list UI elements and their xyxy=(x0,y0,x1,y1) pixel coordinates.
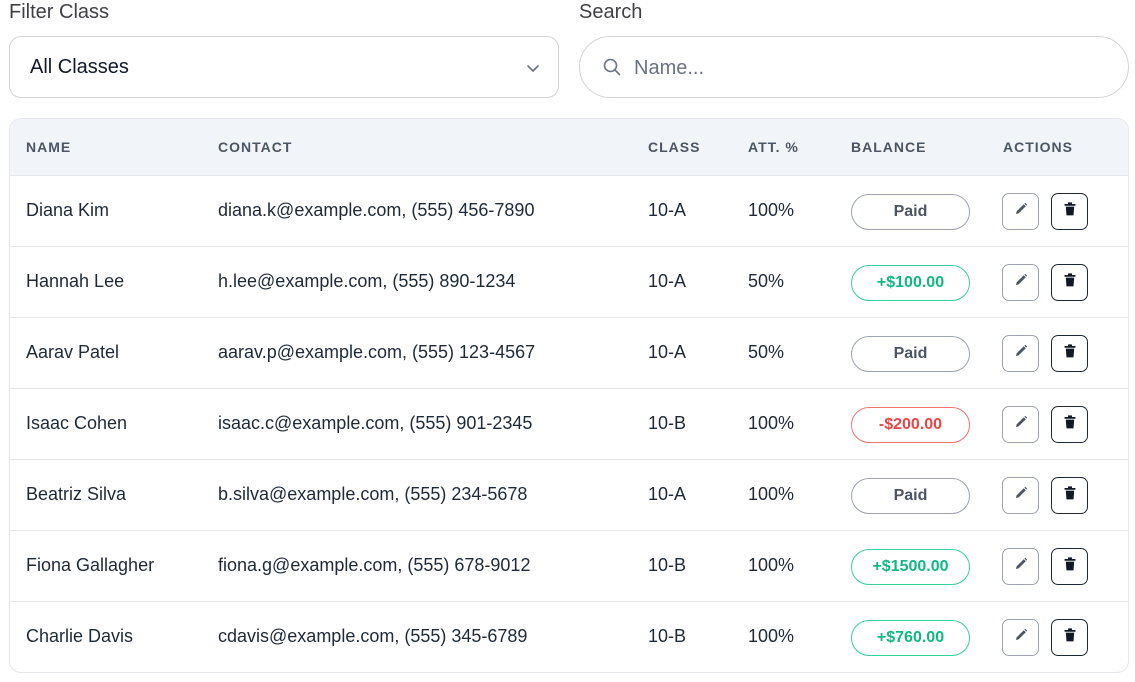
student-name: Charlie Davis xyxy=(26,626,134,646)
students-table: NAME CONTACT CLASS ATT. % BALANCE ACTION… xyxy=(9,118,1129,673)
student-class: 10-A xyxy=(648,342,687,362)
pencil-icon xyxy=(1013,414,1029,435)
edit-button[interactable] xyxy=(1002,619,1039,656)
edit-button[interactable] xyxy=(1002,193,1039,230)
student-attendance: 100% xyxy=(748,413,795,433)
header-name[interactable]: NAME xyxy=(26,139,71,155)
table-header: NAME CONTACT CLASS ATT. % BALANCE ACTION… xyxy=(10,119,1128,176)
edit-button[interactable] xyxy=(1002,406,1039,443)
student-attendance: 50% xyxy=(748,271,785,291)
balance-badge: -$200.00 xyxy=(851,407,970,443)
pencil-icon xyxy=(1013,343,1029,364)
balance-badge: Paid xyxy=(851,336,970,372)
student-contact: isaac.c@example.com, (555) 901-2345 xyxy=(218,413,533,433)
header-actions: ACTIONS xyxy=(1003,139,1073,155)
table-row: Beatriz Silva b.silva@example.com, (555) … xyxy=(10,460,1128,531)
trash-icon xyxy=(1062,201,1078,222)
student-contact: fiona.g@example.com, (555) 678-9012 xyxy=(218,555,531,575)
trash-icon xyxy=(1062,627,1078,648)
pencil-icon xyxy=(1013,556,1029,577)
delete-button[interactable] xyxy=(1051,335,1088,372)
student-attendance: 100% xyxy=(748,555,795,575)
student-contact: diana.k@example.com, (555) 456-7890 xyxy=(218,200,535,220)
student-class: 10-A xyxy=(648,200,687,220)
student-attendance: 100% xyxy=(748,626,795,646)
student-class: 10-A xyxy=(648,271,687,291)
search-box[interactable] xyxy=(579,36,1129,98)
pencil-icon xyxy=(1013,627,1029,648)
student-attendance: 100% xyxy=(748,200,795,220)
student-class: 10-B xyxy=(648,626,687,646)
edit-button[interactable] xyxy=(1002,264,1039,301)
search-icon xyxy=(602,57,622,82)
delete-button[interactable] xyxy=(1051,406,1088,443)
table-row: Hannah Lee h.lee@example.com, (555) 890-1… xyxy=(10,247,1128,318)
trash-icon xyxy=(1062,272,1078,293)
delete-button[interactable] xyxy=(1051,619,1088,656)
pencil-icon xyxy=(1013,485,1029,506)
trash-icon xyxy=(1062,414,1078,435)
student-contact: cdavis@example.com, (555) 345-6789 xyxy=(218,626,528,646)
pencil-icon xyxy=(1013,272,1029,293)
header-contact[interactable]: CONTACT xyxy=(218,139,292,155)
balance-badge: Paid xyxy=(851,478,970,514)
balance-badge: Paid xyxy=(851,194,970,230)
delete-button[interactable] xyxy=(1051,548,1088,585)
pencil-icon xyxy=(1013,201,1029,222)
table-row: Diana Kim diana.k@example.com, (555) 456-… xyxy=(10,176,1128,247)
trash-icon xyxy=(1062,485,1078,506)
class-select-value: All Classes xyxy=(30,56,129,78)
balance-badge: +$1500.00 xyxy=(851,549,970,585)
student-contact: b.silva@example.com, (555) 234-5678 xyxy=(218,484,528,504)
student-name: Isaac Cohen xyxy=(26,413,128,433)
chevron-down-icon xyxy=(526,61,540,80)
student-name: Diana Kim xyxy=(26,200,110,220)
student-contact: h.lee@example.com, (555) 890-1234 xyxy=(218,271,516,291)
student-name: Beatriz Silva xyxy=(26,484,127,504)
table-body: Diana Kim diana.k@example.com, (555) 456-… xyxy=(10,176,1128,672)
student-contact: aarav.p@example.com, (555) 123-4567 xyxy=(218,342,536,362)
delete-button[interactable] xyxy=(1051,477,1088,514)
student-name: Hannah Lee xyxy=(26,271,125,291)
trash-icon xyxy=(1062,556,1078,577)
student-attendance: 100% xyxy=(748,484,795,504)
delete-button[interactable] xyxy=(1051,193,1088,230)
delete-button[interactable] xyxy=(1051,264,1088,301)
search-label: Search xyxy=(579,1,643,23)
search-input[interactable] xyxy=(634,51,1094,85)
student-class: 10-B xyxy=(648,555,687,575)
student-name: Aarav Patel xyxy=(26,342,120,362)
balance-badge: +$760.00 xyxy=(851,620,970,656)
edit-button[interactable] xyxy=(1002,548,1039,585)
table-row: Isaac Cohen isaac.c@example.com, (555) 90… xyxy=(10,389,1128,460)
edit-button[interactable] xyxy=(1002,335,1039,372)
student-attendance: 50% xyxy=(748,342,785,362)
header-balance[interactable]: BALANCE xyxy=(851,139,926,155)
header-attendance[interactable]: ATT. % xyxy=(748,139,799,155)
student-name: Fiona Gallagher xyxy=(26,555,155,575)
balance-badge: +$100.00 xyxy=(851,265,970,301)
table-row: Aarav Patel aarav.p@example.com, (555) 12… xyxy=(10,318,1128,389)
student-class: 10-B xyxy=(648,413,687,433)
edit-button[interactable] xyxy=(1002,477,1039,514)
filter-bar: Filter Class All Classes Search xyxy=(9,0,1129,100)
table-row: Fiona Gallagher fiona.g@example.com, (555… xyxy=(10,531,1128,602)
trash-icon xyxy=(1062,343,1078,364)
header-class[interactable]: CLASS xyxy=(648,139,700,155)
class-select[interactable]: All Classes xyxy=(9,36,559,98)
filter-class-label: Filter Class xyxy=(9,1,110,23)
table-row: Charlie Davis cdavis@example.com, (555) 3… xyxy=(10,602,1128,672)
student-class: 10-A xyxy=(648,484,687,504)
